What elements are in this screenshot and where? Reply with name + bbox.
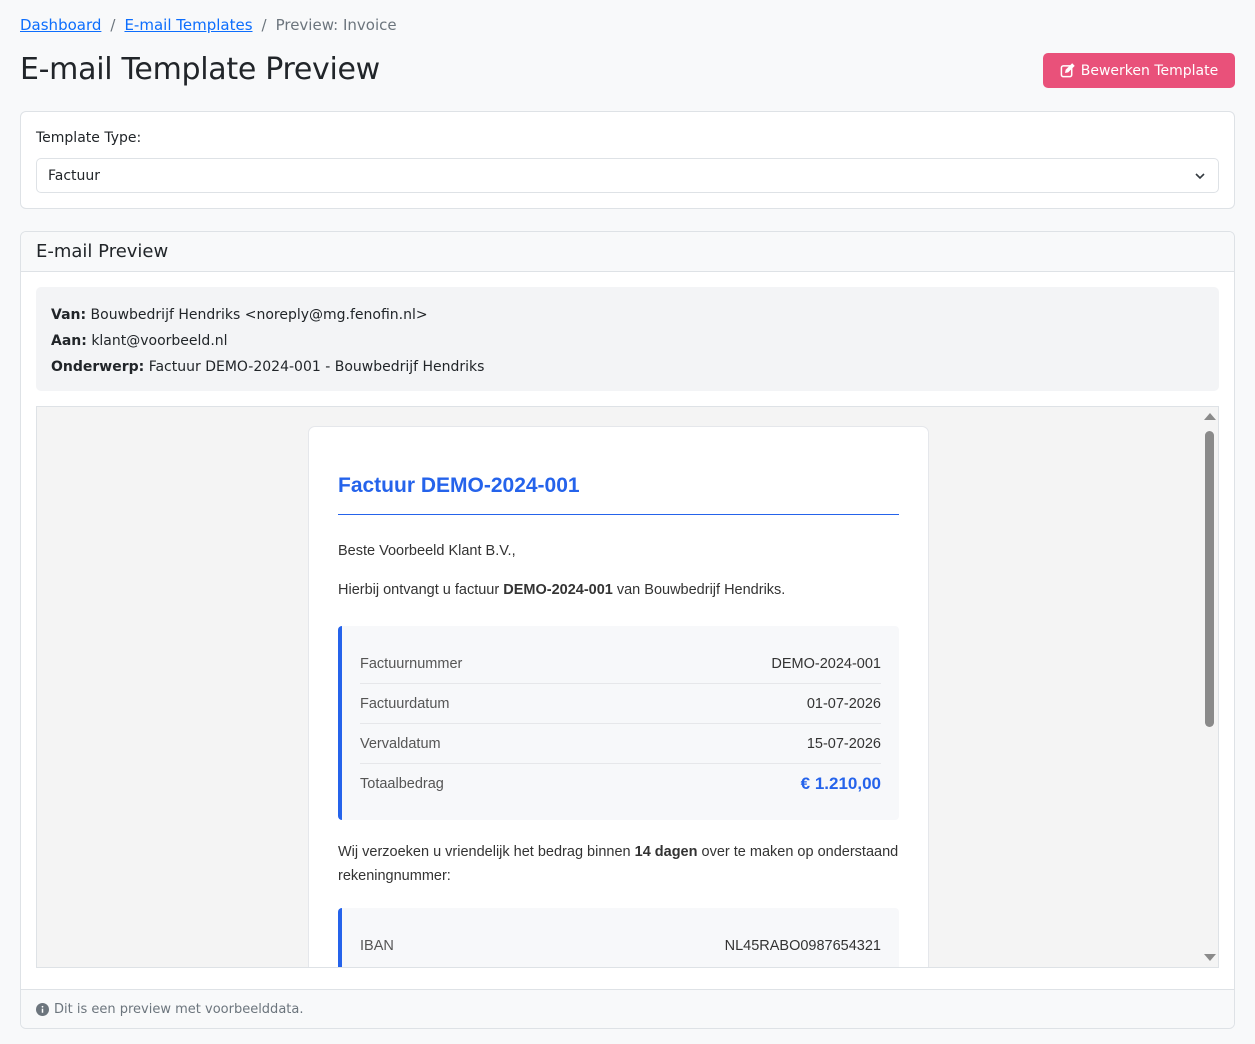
bank-value: NL45RABO0987654321 bbox=[724, 938, 881, 954]
meta-to-value: klant@voorbeeld.nl bbox=[91, 333, 228, 349]
email-payment-text: Wij verzoeken u vriendelijk het bedrag b… bbox=[338, 840, 899, 888]
detail-value: DEMO-2024-001 bbox=[771, 655, 881, 672]
email-meta: Van: Bouwbedrijf Hendriks <noreply@mg.fe… bbox=[36, 287, 1219, 391]
detail-row: Factuurnummer DEMO-2024-001 bbox=[360, 644, 881, 684]
email-payment-text-part: Wij verzoeken u vriendelijk het bedrag b… bbox=[338, 844, 635, 860]
email-intro-text: van Bouwbedrijf Hendriks. bbox=[612, 582, 786, 598]
meta-from-value: Bouwbedrijf Hendriks <noreply@mg.fenofin… bbox=[90, 307, 428, 323]
detail-label: Totaalbedrag bbox=[360, 776, 444, 792]
template-type-selected: Factuur bbox=[48, 167, 101, 184]
bank-details: IBAN NL45RABO0987654321 bbox=[338, 908, 899, 967]
scroll-down-arrow-icon[interactable] bbox=[1204, 954, 1216, 961]
total-amount: € 1.210,00 bbox=[800, 774, 881, 793]
detail-row: Factuurdatum 01-07-2026 bbox=[360, 684, 881, 724]
chevron-down-icon bbox=[1195, 173, 1205, 180]
email-intro: Hierbij ontvangt u factuur DEMO-2024-001… bbox=[338, 578, 899, 602]
breadcrumb-current: Preview: Invoice bbox=[275, 16, 397, 34]
detail-label: Factuurdatum bbox=[360, 695, 450, 712]
scroll-up-arrow-icon[interactable] bbox=[1204, 413, 1216, 420]
email-intro-invoice-number: DEMO-2024-001 bbox=[503, 582, 613, 598]
detail-label: Factuurnummer bbox=[360, 655, 463, 672]
email-preview-frame[interactable]: Factuur DEMO-2024-001 Beste Voorbeeld Kl… bbox=[36, 406, 1219, 968]
meta-to-label: Aan: bbox=[51, 333, 87, 349]
template-type-label: Template Type: bbox=[36, 130, 142, 146]
page-title: E-mail Template Preview bbox=[20, 52, 380, 87]
email-intro-text: Hierbij ontvangt u factuur bbox=[338, 582, 504, 598]
template-type-card: Template Type: Factuur bbox=[20, 111, 1235, 209]
detail-row: Totaalbedrag € 1.210,00 bbox=[360, 764, 881, 804]
detail-value: 01-07-2026 bbox=[806, 695, 881, 712]
email-heading: Factuur DEMO-2024-001 bbox=[338, 474, 899, 515]
email-body: Factuur DEMO-2024-001 Beste Voorbeeld Kl… bbox=[308, 426, 929, 967]
meta-from-label: Van: bbox=[51, 307, 87, 323]
preview-footer-note: Dit is een preview met voorbeelddata. bbox=[54, 1001, 304, 1017]
breadcrumb-link-dashboard[interactable]: Dashboard bbox=[20, 16, 101, 34]
meta-subject-label: Onderwerp: bbox=[51, 359, 145, 375]
breadcrumb-link-email-templates[interactable]: E-mail Templates bbox=[124, 16, 252, 34]
preview-footer: Dit is een preview met voorbeelddata. bbox=[21, 989, 1234, 1028]
edit-icon bbox=[1060, 63, 1075, 78]
breadcrumb-separator: / bbox=[261, 16, 267, 34]
info-circle-icon bbox=[36, 1002, 49, 1016]
meta-subject-value: Factuur DEMO-2024-001 - Bouwbedrijf Hend… bbox=[148, 359, 485, 375]
meta-from: Van: Bouwbedrijf Hendriks <noreply@mg.fe… bbox=[51, 302, 1204, 328]
scroll-thumb[interactable] bbox=[1205, 431, 1214, 727]
email-payment-term: 14 dagen bbox=[634, 844, 698, 860]
edit-template-label: Bewerken Template bbox=[1080, 62, 1219, 79]
email-greeting: Beste Voorbeeld Klant B.V., bbox=[338, 543, 516, 559]
preview-scrollbar[interactable] bbox=[1201, 407, 1218, 967]
bank-row: IBAN NL45RABO0987654321 bbox=[360, 926, 881, 966]
detail-value: 15-07-2026 bbox=[806, 735, 881, 752]
invoice-details: Factuurnummer DEMO-2024-001 Factuurdatum… bbox=[338, 626, 899, 820]
email-preview-card: E-mail Preview Van: Bouwbedrijf Hendriks… bbox=[20, 231, 1235, 1029]
breadcrumb: Dashboard / E-mail Templates / Preview: … bbox=[20, 16, 397, 34]
template-type-select[interactable]: Factuur bbox=[36, 158, 1219, 193]
meta-subject: Onderwerp: Factuur DEMO-2024-001 - Bouwb… bbox=[51, 354, 1204, 380]
breadcrumb-separator: / bbox=[110, 16, 116, 34]
edit-template-button[interactable]: Bewerken Template bbox=[1043, 53, 1235, 88]
email-preview-title: E-mail Preview bbox=[21, 232, 1234, 272]
detail-row: Vervaldatum 15-07-2026 bbox=[360, 724, 881, 764]
bank-label: IBAN bbox=[360, 938, 394, 954]
detail-label: Vervaldatum bbox=[360, 735, 441, 752]
meta-to: Aan: klant@voorbeeld.nl bbox=[51, 328, 1204, 354]
